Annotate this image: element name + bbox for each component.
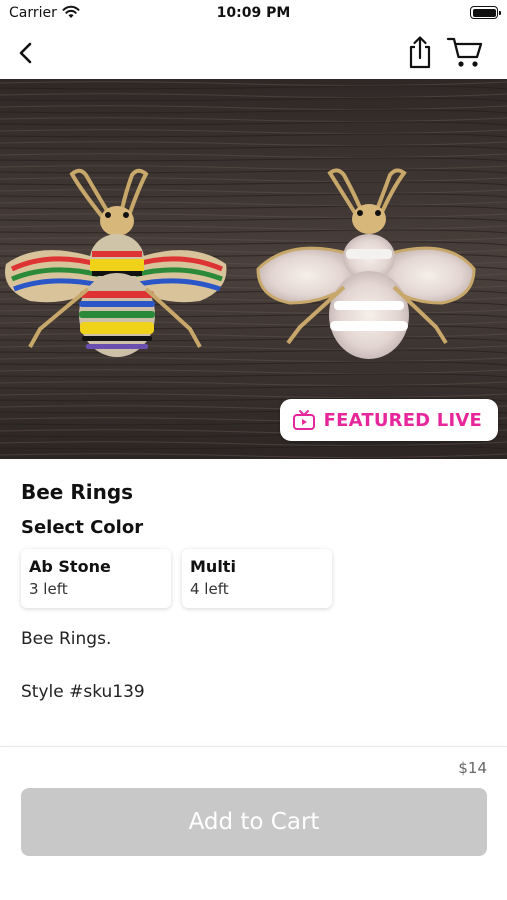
color-option-name: Ab Stone <box>29 557 111 576</box>
color-option-multi[interactable]: Multi 4 left <box>182 549 332 608</box>
color-option-ab-stone[interactable]: Ab Stone 3 left <box>21 549 171 608</box>
share-button[interactable] <box>404 34 436 70</box>
tv-play-icon <box>292 410 315 430</box>
color-option-stock: 4 left <box>190 580 229 598</box>
footer-divider <box>0 746 507 747</box>
battery-icon <box>470 6 501 19</box>
product-description: Bee Rings. <box>21 629 112 649</box>
back-button[interactable] <box>10 36 42 70</box>
share-icon <box>409 36 431 69</box>
chevron-left-icon <box>19 42 32 64</box>
color-option-stock: 3 left <box>29 580 68 598</box>
featured-live-label: FEATURED LIVE <box>323 409 482 431</box>
product-image[interactable]: FEATURED LIVE <box>0 79 507 459</box>
nav-bar <box>0 30 507 78</box>
status-time: 10:09 PM <box>216 5 291 21</box>
price-label: $14 <box>458 759 487 777</box>
add-to-cart-button[interactable]: Add to Cart <box>21 788 487 856</box>
cart-icon <box>446 37 483 67</box>
featured-live-badge[interactable]: FEATURED LIVE <box>279 399 498 441</box>
color-option-name: Multi <box>190 557 236 576</box>
status-bar: Carrier 10:09 PM <box>0 0 507 30</box>
product-title: Bee Rings <box>21 480 134 504</box>
cart-button[interactable] <box>446 35 484 69</box>
select-color-label: Select Color <box>21 517 144 538</box>
product-style-sku: Style #sku139 <box>21 682 145 702</box>
